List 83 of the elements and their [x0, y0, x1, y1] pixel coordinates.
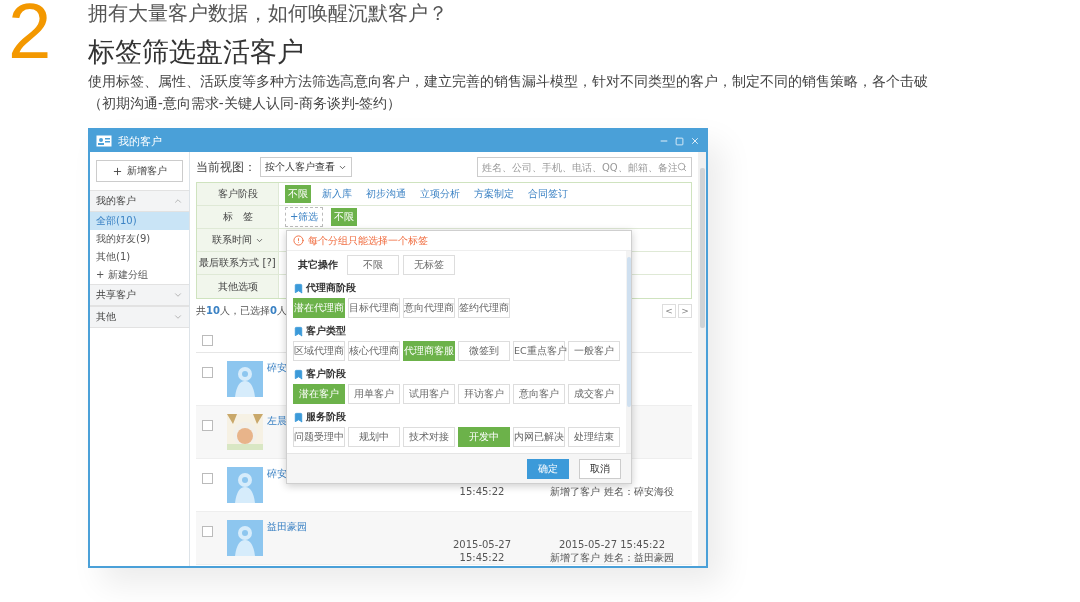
next-page-button[interactable]: >	[678, 304, 692, 318]
warning-text: 每个分组只能选择一个标签	[308, 233, 428, 248]
section-title: 标签筛选盘活客户	[88, 35, 305, 69]
close-icon[interactable]	[690, 136, 700, 146]
warning-icon	[293, 235, 304, 246]
checkbox[interactable]	[202, 367, 213, 378]
tag-option[interactable]: 核心代理商	[348, 341, 400, 361]
tag-option[interactable]: 内网已解决	[513, 427, 565, 447]
sidebar-item[interactable]: 其他(1)	[90, 248, 189, 266]
tag-group-title: 服务阶段	[306, 410, 346, 424]
avatar-icon	[227, 520, 263, 556]
activity-time: 2015-05-27 15:45:22	[558, 538, 666, 551]
other-actions-label: 其它操作	[297, 258, 339, 272]
sidebar-group[interactable]: 我的客户	[90, 190, 189, 212]
filter-label: 标 签	[197, 206, 279, 228]
plus-icon	[112, 165, 123, 177]
add-filter-link[interactable]: +筛选	[285, 207, 324, 227]
tag-option[interactable]: 目标代理商	[348, 298, 400, 318]
tag-option[interactable]: 不限	[347, 255, 399, 275]
created-date: 2015-05-27	[452, 538, 512, 551]
window-title: 我的客户	[118, 133, 163, 149]
section-question: 拥有大量客户数据，如何唤醒沉默客户？	[88, 0, 449, 26]
checkbox[interactable]	[202, 526, 213, 537]
checkbox[interactable]	[202, 473, 213, 484]
sidebar-group[interactable]: 共享客户	[90, 284, 189, 306]
maximize-icon[interactable]	[675, 136, 684, 146]
tag-option[interactable]: 拜访客户	[458, 384, 510, 404]
checkbox[interactable]	[202, 335, 213, 346]
bookmark-icon	[293, 411, 304, 423]
tag-option[interactable]: 处理结束	[568, 427, 620, 447]
filter-option[interactable]: 新入库	[319, 185, 355, 203]
filter-option[interactable]: 合同签订	[525, 185, 571, 203]
created-time: 15:45:22	[459, 485, 505, 498]
activity-text: 新增了客户 姓名：碎安海役	[550, 485, 674, 498]
tag-option[interactable]: 用单客户	[348, 384, 400, 404]
sidebar-item[interactable]: 我的好友(9)	[90, 230, 189, 248]
checkbox[interactable]	[202, 420, 213, 431]
bookmark-icon	[293, 282, 304, 294]
created-time: 15:45:22	[459, 551, 505, 564]
tag-option[interactable]: 一般客户	[568, 341, 620, 361]
tag-option[interactable]: 区域代理商	[293, 341, 345, 361]
tag-group-title: 代理商阶段	[306, 281, 356, 295]
tag-option[interactable]: 签约代理商	[458, 298, 510, 318]
search-icon	[677, 162, 687, 172]
search-field[interactable]: 姓名、公司、手机、电话、QQ、邮箱、备注	[477, 157, 692, 177]
customer-name[interactable]: 益田豪园	[267, 520, 387, 534]
filter-label: 其他选项	[197, 275, 279, 298]
section-description: 使用标签、属性、活跃度等多种方法筛选高意向客户，建立完善的销售漏斗模型，针对不同类型的客户，制定不同的销售策略，各个击破	[88, 72, 929, 91]
contact-card-icon	[96, 135, 112, 147]
filter-label[interactable]: 联系时间	[197, 229, 279, 251]
view-label: 当前视图：	[196, 158, 256, 176]
tag-option[interactable]: 无标签	[403, 255, 455, 275]
new-customer-button[interactable]: 新增客户	[96, 160, 183, 182]
filter-option[interactable]: 方案制定	[471, 185, 517, 203]
previous-page-button[interactable]: <	[662, 304, 676, 318]
tag-option[interactable]: 成交客户	[568, 384, 620, 404]
tag-option[interactable]: 问题受理中	[293, 427, 345, 447]
tag-option[interactable]: 意向代理商	[403, 298, 455, 318]
bookmark-icon	[293, 368, 304, 380]
tag-option[interactable]: 微签到	[458, 341, 510, 361]
filter-option[interactable]: 立项分析	[417, 185, 463, 203]
filter-option[interactable]: 初步沟通	[363, 185, 409, 203]
avatar-icon	[227, 467, 263, 503]
sidebar-item[interactable]: 全部(10)	[90, 212, 189, 230]
tag-option[interactable]: 意向客户	[513, 384, 565, 404]
view-select[interactable]: 按个人客户查看	[260, 157, 352, 177]
selection-summary: 共10人，已选择0人	[196, 304, 287, 318]
filter-label: 最后联系方式 [?]	[197, 252, 279, 274]
tag-option[interactable]: 技术对接	[403, 427, 455, 447]
sidebar-group[interactable]: 其他	[90, 306, 189, 328]
section-note: （初期沟通-意向需求-关键人认同-商务谈判-签约）	[88, 94, 403, 113]
cancel-button[interactable]: 取消	[579, 458, 621, 479]
tag-option[interactable]: 规划中	[348, 427, 400, 447]
tag-group-title: 客户阶段	[306, 367, 346, 381]
bookmark-icon	[293, 325, 304, 337]
filter-label: 客户阶段	[197, 183, 279, 205]
new-group-link[interactable]: + 新建分组	[90, 266, 189, 284]
tag-option[interactable]: 试用客户	[403, 384, 455, 404]
avatar-icon	[227, 361, 263, 397]
activity-text: 新增了客户 姓名：益田豪园	[550, 551, 674, 564]
step-number: 2	[7, 0, 53, 66]
tag-group-title: 客户类型	[306, 324, 346, 338]
tag-option[interactable]: EC重点客户	[513, 341, 565, 361]
